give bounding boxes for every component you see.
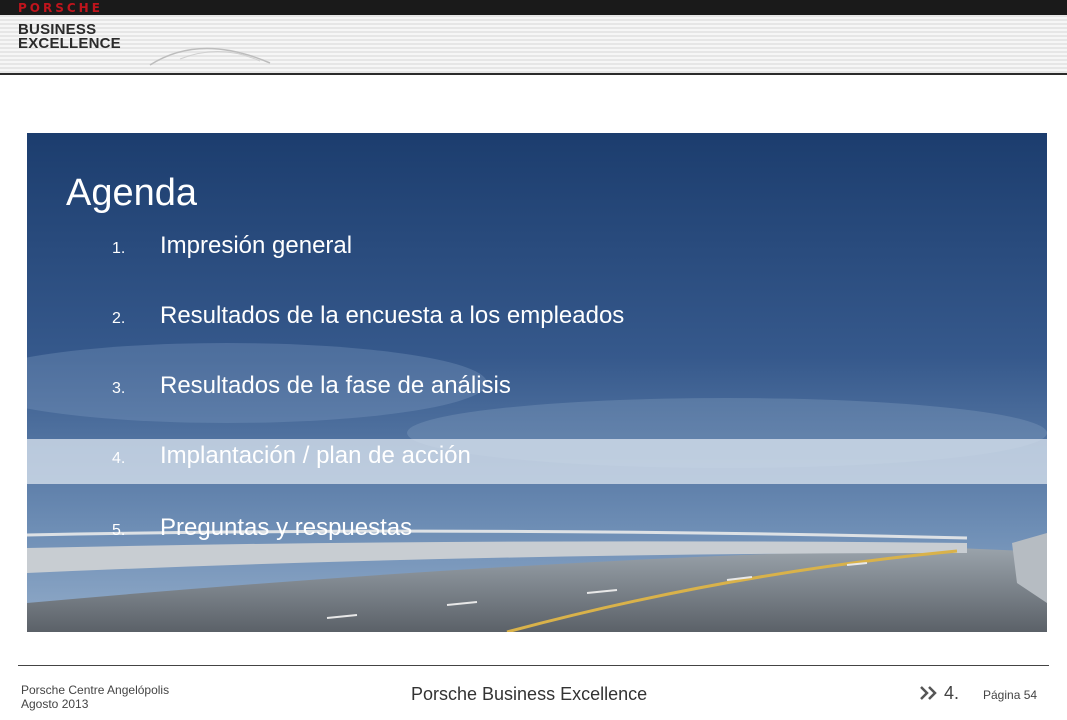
footer-date: Agosto 2013 bbox=[21, 697, 89, 711]
footer-divider bbox=[18, 665, 1049, 666]
footer-section-number: 4. bbox=[944, 683, 960, 703]
agenda-item-number: 2. bbox=[112, 310, 126, 327]
double-chevron-icon bbox=[920, 686, 937, 700]
footer-centre-name: Porsche Centre Angelópolis bbox=[21, 683, 170, 697]
agenda-item-number: 4. bbox=[112, 450, 126, 467]
top-bar: PORSCHE bbox=[0, 0, 1067, 15]
agenda-item-label: Impresión general bbox=[160, 232, 353, 259]
agenda-item-number: 1. bbox=[112, 240, 126, 257]
agenda-item-label: Resultados de la fase de análisis bbox=[160, 372, 511, 399]
footer-page-number: Página 54 bbox=[983, 688, 1038, 702]
agenda-item-label: Preguntas y respuestas bbox=[160, 514, 413, 541]
car-silhouette-icon bbox=[149, 47, 271, 66]
porsche-logo: PORSCHE bbox=[18, 1, 103, 15]
agenda-item-number: 5. bbox=[112, 522, 126, 539]
agenda-item-label: Implantación / plan de acción bbox=[160, 442, 471, 469]
agenda-item-label: Resultados de la encuesta a los empleado… bbox=[160, 302, 625, 329]
agenda-title: Agenda bbox=[66, 172, 198, 214]
business-excellence-logo: BUSINESS EXCELLENCE bbox=[18, 22, 121, 52]
agenda-item-number: 3. bbox=[112, 380, 126, 397]
footer-program-name: Porsche Business Excellence bbox=[411, 684, 648, 704]
footer-meta: Porsche Centre Angelópolis Agosto 2013 bbox=[21, 683, 169, 711]
logo-line-excellence: EXCELLENCE bbox=[18, 35, 121, 52]
